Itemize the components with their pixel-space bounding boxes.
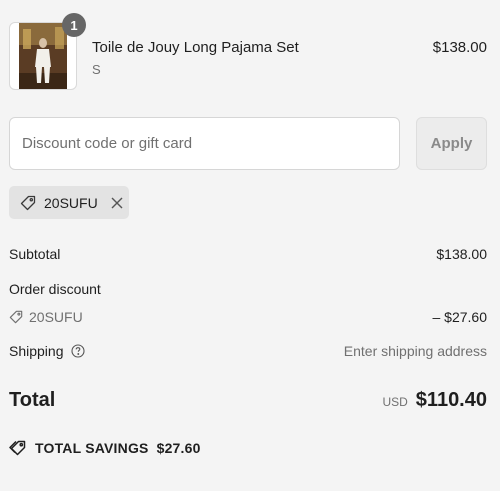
subtotal-value: $138.00 bbox=[436, 246, 487, 262]
shipping-label-group: Shipping bbox=[9, 343, 85, 359]
shipping-value: Enter shipping address bbox=[343, 343, 487, 359]
shipping-row: Shipping Enter shipping address bbox=[9, 343, 487, 359]
tag-icon bbox=[9, 310, 23, 324]
product-variant: S bbox=[92, 62, 101, 77]
savings-value: $27.60 bbox=[156, 440, 201, 456]
help-icon[interactable] bbox=[70, 344, 85, 358]
savings-label: TOTAL SAVINGS bbox=[35, 440, 149, 456]
tag-icon bbox=[20, 195, 36, 211]
applied-discount-chip: 20SUFU bbox=[9, 186, 129, 219]
discount-code-label: 20SUFU bbox=[9, 309, 83, 325]
product-thumbnail-wrapper: 1 bbox=[9, 13, 86, 90]
shipping-label: Shipping bbox=[9, 343, 64, 359]
savings-tag-icon bbox=[9, 440, 27, 456]
product-name: Toile de Jouy Long Pajama Set bbox=[92, 39, 299, 56]
product-price: $138.00 bbox=[432, 39, 487, 56]
discount-code-text: 20SUFU bbox=[29, 309, 83, 325]
total-value: $110.40 bbox=[415, 389, 487, 411]
discount-code-row: 20SUFU – $27.60 bbox=[9, 309, 487, 327]
discount-code-input[interactable] bbox=[9, 117, 400, 170]
order-discount-label: Order discount bbox=[9, 281, 101, 297]
subtotal-row: Subtotal $138.00 bbox=[9, 246, 487, 262]
total-label: Total bbox=[9, 389, 56, 411]
discount-value: – $27.60 bbox=[432, 309, 488, 325]
product-image bbox=[19, 23, 67, 89]
total-savings-row: TOTAL SAVINGS $27.60 bbox=[9, 440, 201, 456]
close-icon[interactable] bbox=[110, 196, 124, 210]
total-currency: USD bbox=[382, 395, 408, 409]
applied-discount-code: 20SUFU bbox=[44, 194, 98, 211]
total-amount: USD $110.40 bbox=[382, 389, 487, 412]
apply-button[interactable]: Apply bbox=[416, 117, 487, 170]
cart-line-item: 1 Toile de Jouy Long Pajama Set S $138.0… bbox=[9, 13, 487, 92]
quantity-badge: 1 bbox=[62, 13, 86, 37]
subtotal-label: Subtotal bbox=[9, 246, 61, 262]
